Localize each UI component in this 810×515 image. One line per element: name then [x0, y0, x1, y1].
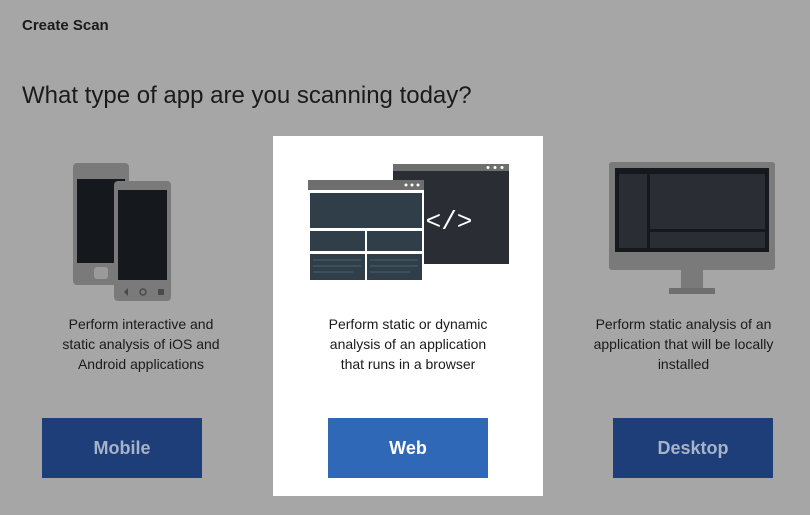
- description-line: Perform static analysis of an: [595, 316, 772, 332]
- desktop-monitor-icon: [609, 162, 775, 294]
- option-description-web: Perform static or dynamic analysis of an…: [273, 314, 543, 374]
- description-line: installed: [657, 356, 710, 372]
- description-line: application that will be locally: [593, 336, 774, 352]
- description-line: Perform interactive and: [68, 316, 214, 332]
- option-description-desktop: Perform static analysis of an applicatio…: [557, 314, 810, 374]
- header-title: Create Scan: [22, 17, 109, 34]
- description-line: Android applications: [77, 356, 205, 372]
- description-line: analysis of an application: [329, 336, 487, 352]
- web-button[interactable]: Web: [328, 418, 488, 478]
- description-line: static analysis of iOS and: [62, 336, 220, 352]
- option-card-desktop[interactable]: Perform static analysis of an applicatio…: [557, 136, 810, 496]
- description-line: that runs in a browser: [340, 356, 476, 372]
- option-card-web[interactable]: </> Perform static or dynamic analysis o…: [273, 136, 543, 496]
- web-browser-icon: </>: [308, 164, 509, 282]
- option-card-mobile[interactable]: Perform interactive and static analysis …: [6, 136, 276, 496]
- svg-text:</>: </>: [426, 207, 473, 237]
- mobile-button[interactable]: Mobile: [42, 418, 202, 478]
- page-question: What type of app are you scanning today?: [22, 82, 472, 109]
- mobile-devices-icon: [73, 163, 171, 301]
- desktop-button[interactable]: Desktop: [613, 418, 773, 478]
- option-description-mobile: Perform interactive and static analysis …: [6, 314, 276, 374]
- description-line: Perform static or dynamic: [328, 316, 488, 332]
